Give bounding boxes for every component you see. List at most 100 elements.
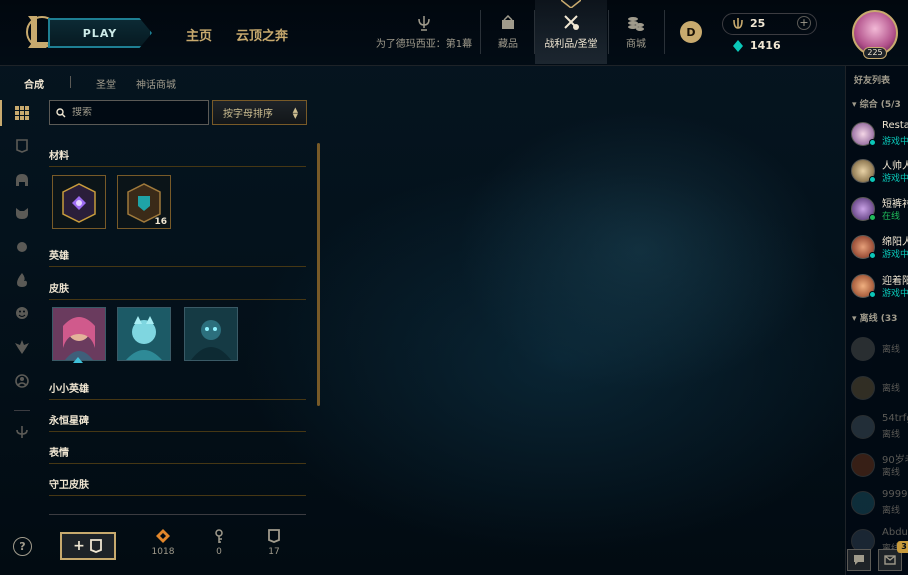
friend-status: 游戏中 — [882, 289, 908, 299]
play-button[interactable]: PLAY — [48, 18, 152, 48]
nav-tft[interactable]: 云顶之奔 — [236, 25, 288, 44]
essence-row: 25 — [732, 17, 765, 30]
skin-portrait-icon — [118, 308, 170, 360]
notification-badge: 3 — [897, 541, 908, 553]
chest-icon — [268, 529, 280, 543]
loot-icon — [564, 15, 579, 30]
friends-title: 好友列表 — [854, 76, 891, 86]
champion-filter-icon[interactable] — [13, 171, 31, 189]
status-dot — [869, 252, 876, 259]
stat-value: 1018 — [151, 547, 175, 557]
blue-essence-value: 1416 — [750, 39, 781, 52]
status-dot — [869, 291, 876, 298]
top-item-loot[interactable]: 战利品/圣堂 — [535, 0, 607, 64]
top-item-label: 商城 — [626, 39, 646, 50]
essence-value: 25 — [750, 17, 766, 30]
collection-icon — [502, 15, 514, 29]
divider — [14, 410, 30, 411]
search-input[interactable] — [72, 107, 192, 118]
sort-arrows-icon: ▲ ▼ — [292, 106, 298, 120]
stat-value: 17 — [268, 547, 280, 557]
add-label: + — [73, 538, 85, 554]
nav-home[interactable]: 主页 — [186, 25, 212, 44]
search-box[interactable] — [49, 100, 209, 125]
loot-item-skin[interactable] — [52, 307, 106, 361]
friend-group-general[interactable]: ▾ 综合 (5/3 — [852, 97, 901, 110]
friend-item[interactable]: 99999 离线 — [850, 488, 908, 518]
chat-button[interactable] — [847, 549, 871, 571]
loot-scrollbar[interactable] — [317, 143, 320, 406]
friend-item[interactable]: 迎着阳 游戏中 — [850, 271, 908, 301]
skin-rarity-icon — [73, 357, 83, 363]
mail-icon — [884, 555, 896, 565]
top-item-collection[interactable]: 藏品 — [484, 0, 532, 64]
tactician-filter-icon[interactable] — [13, 238, 31, 256]
friend-item[interactable]: 人帅人 游戏中 — [850, 156, 908, 186]
status-dot — [869, 176, 876, 183]
sort-dropdown[interactable]: 按字母排序 ▲ ▼ — [212, 100, 307, 125]
top-item-event[interactable]: 为了德玛西亚：第1幕 — [372, 0, 476, 64]
tab-crafting[interactable]: 合成 — [24, 76, 44, 91]
friend-avatar — [851, 337, 875, 361]
loot-item-hextech-chest[interactable] — [52, 175, 106, 229]
friend-item[interactable]: 短裤衬 在线 — [850, 194, 908, 224]
friend-item[interactable]: 90岁老 离线 — [850, 450, 908, 480]
top-bar: PLAY 主页 云顶之奔 为了德玛西亚：第1幕 藏品 战利品/圣堂 商城 D 2… — [0, 0, 908, 66]
loot-item-masterwork-chest[interactable]: 16 — [117, 175, 171, 229]
rp-icon[interactable]: D — [680, 21, 702, 43]
friend-item[interactable]: 绵阳人 游戏中 — [850, 232, 908, 262]
friend-group-offline[interactable]: ▾ 离线 (33 — [852, 311, 897, 324]
status-dot — [869, 214, 876, 221]
skin-portrait-icon — [185, 308, 237, 360]
friend-name: Resta — [882, 120, 908, 131]
friend-status: 游戏中 — [882, 137, 908, 147]
friend-item[interactable]: 离线 — [850, 334, 908, 364]
friend-item[interactable]: 离线 — [850, 373, 908, 403]
top-item-store[interactable]: 商城 — [612, 0, 660, 64]
friend-avatar — [851, 376, 875, 400]
search-icon — [56, 107, 66, 117]
add-currency-button[interactable]: + — [797, 16, 811, 30]
loot-item-skin[interactable] — [184, 307, 238, 361]
friend-status: 离线 — [882, 506, 901, 516]
category-little-legends: 小小英雄 — [49, 380, 306, 400]
loot-item-skin[interactable] — [117, 307, 171, 361]
hextech-chest-icon — [53, 176, 105, 228]
help-button[interactable]: ? — [13, 537, 32, 556]
skin-filter-icon[interactable] — [13, 204, 31, 222]
blue-essence-icon — [733, 39, 743, 52]
collapse-icon: ▾ — [852, 314, 860, 324]
emote-filter-icon[interactable] — [13, 304, 31, 322]
friend-name: 人帅人 — [882, 161, 908, 172]
category-emotes: 表情 — [49, 444, 306, 464]
friend-status: 离线 — [882, 430, 901, 440]
active-indicator-icon — [561, 0, 581, 8]
tab-mythic-shop[interactable]: 神话商城 — [136, 76, 176, 91]
category-ward-skins: 守卫皮肤 — [49, 476, 306, 496]
eternals-filter-icon[interactable] — [13, 271, 31, 289]
divider — [480, 10, 481, 54]
chest-filter-icon[interactable] — [13, 137, 31, 155]
grid-icon[interactable] — [13, 104, 31, 122]
divider — [664, 10, 665, 54]
profile-level: 225 — [863, 47, 887, 59]
friend-item[interactable]: Resta 游戏中 — [850, 119, 908, 149]
blue-essence-row: 1416 — [732, 39, 781, 52]
stat-orange-essence: 1018 — [143, 529, 183, 557]
icon-filter-icon[interactable] — [13, 372, 31, 390]
add-chest-button[interactable]: + — [60, 532, 116, 560]
category-materials: 材料 — [49, 147, 306, 167]
friend-item[interactable]: 54trfg 离线 — [850, 412, 908, 442]
other-filter-icon[interactable] — [13, 423, 31, 441]
divider — [608, 10, 609, 54]
chat-icon — [854, 555, 864, 565]
chest-icon — [89, 539, 102, 553]
top-item-label: 战利品/圣堂 — [544, 39, 598, 50]
ward-filter-icon[interactable] — [13, 338, 31, 356]
friend-status: 在线 — [882, 212, 901, 222]
tab-sanctum[interactable]: 圣堂 — [96, 76, 116, 91]
friend-name: Abdu — [882, 527, 908, 538]
friend-name: 迎着阳 — [882, 276, 908, 287]
divider — [70, 76, 71, 88]
top-item-label: 为了德玛西亚：第1幕 — [375, 39, 473, 50]
